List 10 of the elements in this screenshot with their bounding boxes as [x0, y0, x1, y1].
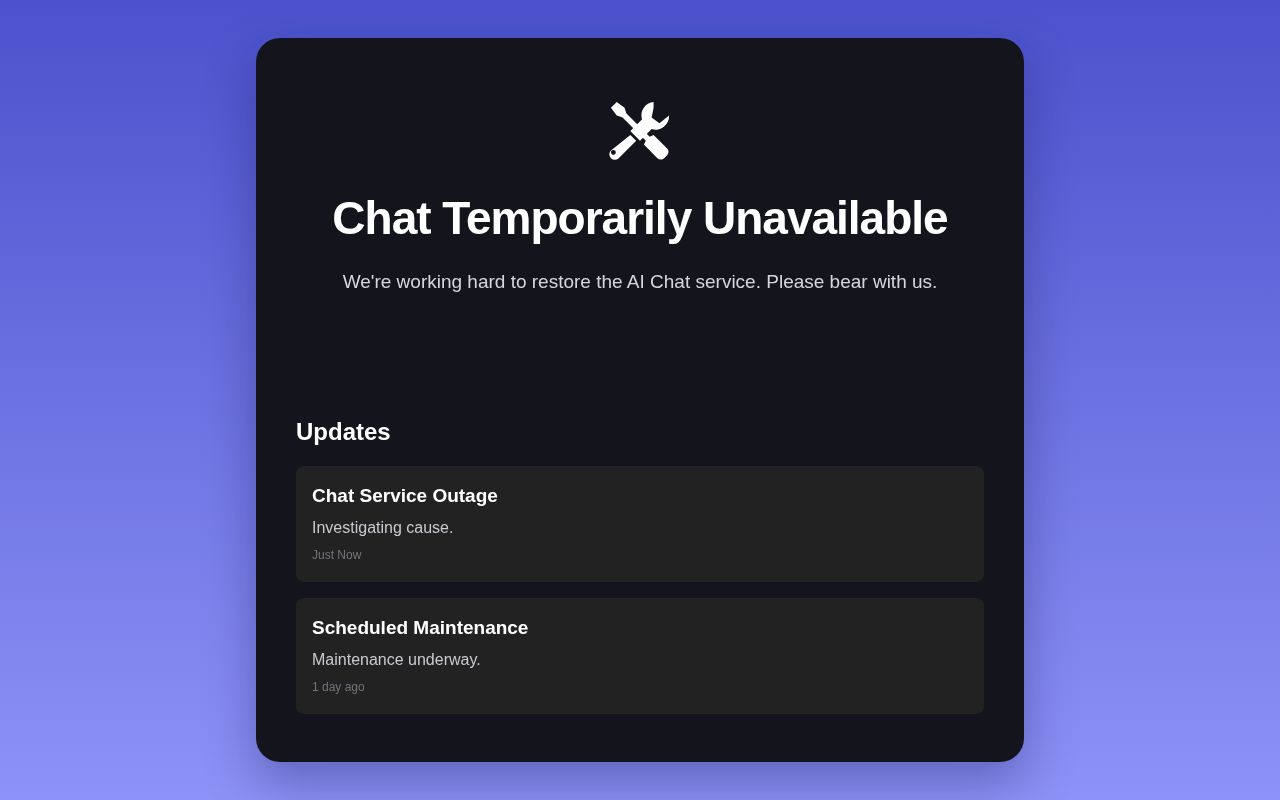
page-title: Chat Temporarily Unavailable: [331, 191, 949, 246]
status-message: We're working hard to restore the AI Chat service. Please bear with us.: [341, 270, 939, 294]
update-title: Chat Service Outage: [312, 484, 499, 508]
section-heading: Updates: [296, 417, 392, 447]
tools-icon: [608, 100, 672, 162]
update-detail: Maintenance underway.: [312, 650, 482, 670]
update-time: 1 day ago: [312, 679, 366, 695]
update-time: Just Now: [312, 547, 363, 563]
update-detail: Investigating cause.: [312, 518, 455, 538]
update-title: Scheduled Maintenance: [312, 616, 530, 640]
